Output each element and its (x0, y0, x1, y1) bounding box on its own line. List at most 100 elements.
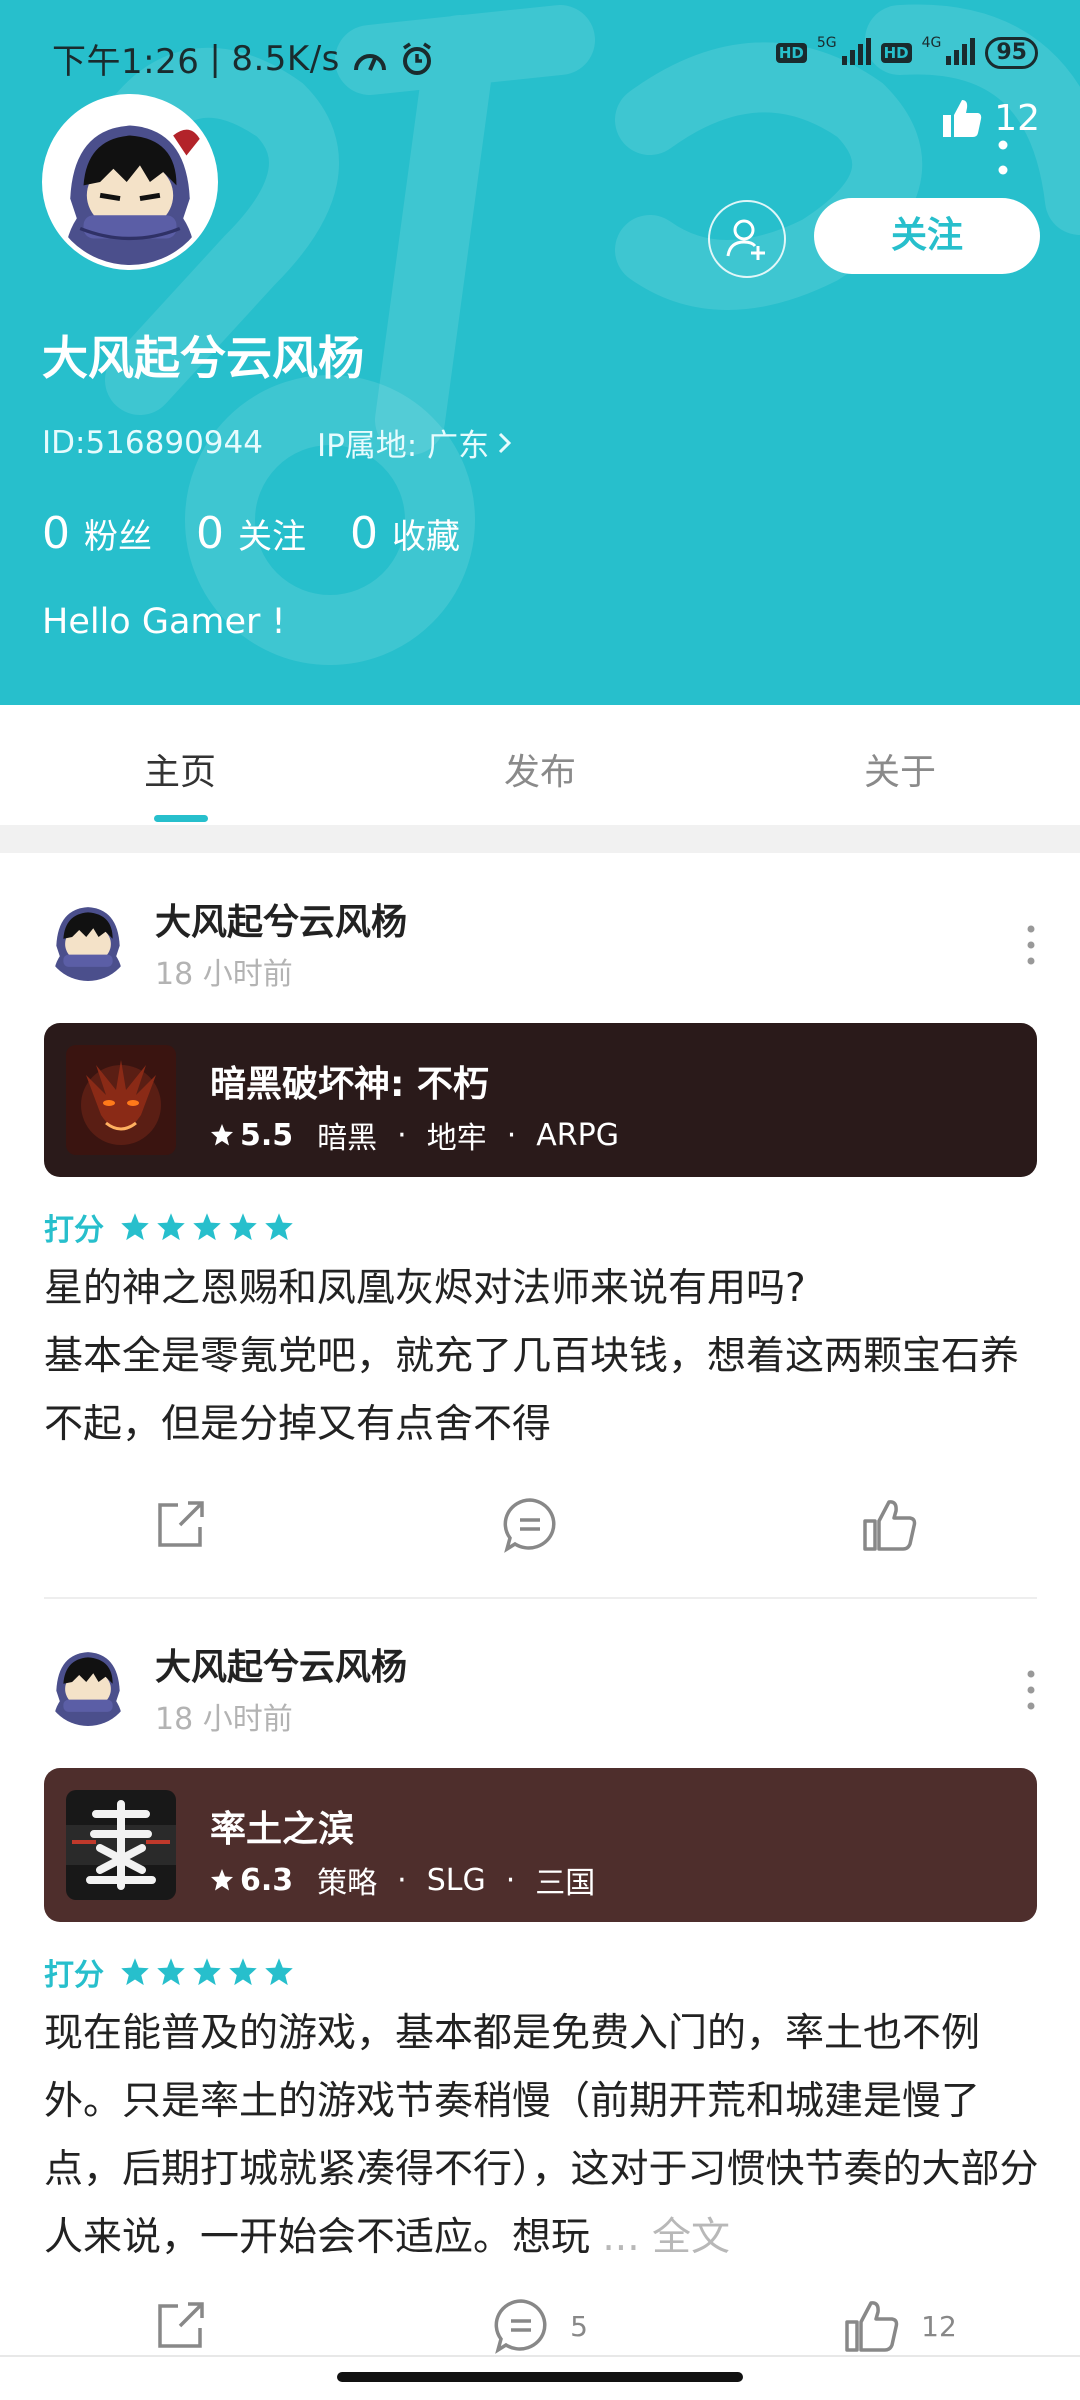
network-type: 5G (816, 35, 837, 51)
post-author-name[interactable]: 大风起兮云风杨 (155, 893, 407, 945)
comment-button[interactable]: 5 (360, 2286, 720, 2366)
post-text[interactable]: 现在能普及的游戏，基本都是免费入门的，率土也不例外。只是率土的游戏节奏稍慢（前期… (44, 2000, 1044, 2272)
ip-location: IP属地: 广东 (316, 428, 490, 464)
profile-like-count: 12 (994, 97, 1040, 139)
game-card[interactable]: 暗黑破坏神: 不朽 5.5 暗黑 · 地牢 · ARPG (44, 1023, 1037, 1177)
comment-icon (503, 1498, 556, 1553)
add-friend-button[interactable] (708, 200, 786, 278)
stat-count: 0 (350, 508, 378, 559)
stat-label: 关注 (238, 517, 306, 557)
star-icon (121, 1958, 149, 1986)
hotspot-icon (352, 44, 388, 74)
profile-like-button[interactable]: 12 (940, 96, 1040, 140)
post-rating: 打分 (44, 1950, 294, 1994)
game-card[interactable]: 率土之滨 6.3 策略 · SLG · 三国 (44, 1768, 1037, 1922)
post-author-avatar[interactable] (44, 1638, 132, 1726)
game-icon (66, 1790, 176, 1900)
stat-fans[interactable]: 0 粉丝 (42, 508, 152, 559)
star-icon (211, 1124, 233, 1146)
stat-favorites[interactable]: 0 收藏 (350, 508, 460, 559)
like-button[interactable] (720, 1485, 1080, 1565)
star-icon (157, 1213, 185, 1241)
more-options-icon[interactable] (998, 140, 1008, 180)
profile-header: 下午1:26 | 8.5K/s HD 5G HD 4G 95 12 关注 大风起… (0, 0, 1080, 705)
star-icon (193, 1213, 221, 1241)
thumbs-up-icon (845, 2301, 899, 2352)
star-icon (265, 1958, 293, 1986)
tab-posts[interactable]: 发布 (360, 705, 720, 825)
game-tag: 三国 (535, 1866, 596, 1901)
post-body: 现在能普及的游戏，基本都是免费入门的，率土也不例外。只是率土的游戏节奏稍慢（前期… (44, 2011, 1039, 2260)
game-tag: ARPG (536, 1117, 619, 1153)
post-author-avatar[interactable] (44, 893, 132, 981)
game-score: 5.5 (240, 1117, 294, 1153)
post-time: 18 小时前 (155, 1702, 293, 1737)
post-text[interactable]: 星的神之恩赐和凤凰灰烬对法师来说有用吗? 基本全是零氪党吧，就充了几百块钱，想着… (44, 1255, 1044, 1459)
more-options-icon[interactable] (1026, 925, 1036, 965)
stat-count: 0 (42, 508, 70, 559)
post-body: 星的神之恩赐和凤凰灰烬对法师来说有用吗? 基本全是零氪党吧，就充了几百块钱，想着… (44, 1266, 1020, 1447)
game-tag: 策略 (317, 1866, 378, 1901)
star-icon (193, 1958, 221, 1986)
post-actions: 5 12 (0, 2286, 1080, 2366)
thumbs-up-icon (943, 100, 982, 137)
share-button[interactable] (0, 1485, 360, 1565)
post-card: 大风起兮云风杨 18 小时前 暗黑破坏神: 不朽 5.5 暗黑 · 地牢 · A… (0, 853, 1080, 1599)
game-icon (66, 1045, 176, 1155)
star-icon (229, 1958, 257, 1986)
game-tag: 地牢 (426, 1121, 487, 1156)
network-speed: 8.5K/s (231, 38, 340, 79)
alarm-icon (400, 42, 434, 76)
star-icon (157, 1958, 185, 1986)
stat-count: 0 (196, 508, 224, 559)
nav-divider (0, 2355, 1080, 2357)
more-options-icon[interactable] (1026, 1670, 1036, 1710)
post-time: 18 小时前 (155, 957, 293, 992)
stat-following[interactable]: 0 关注 (196, 508, 306, 559)
star-icon (121, 1213, 149, 1241)
hd-badge: HD (880, 43, 912, 63)
home-indicator[interactable] (337, 2372, 743, 2382)
comment-count: 5 (570, 2309, 588, 2343)
game-meta: 6.3 策略 · SLG · 三国 (210, 1858, 595, 1902)
game-score: 6.3 (240, 1862, 294, 1898)
signal-icon (841, 36, 871, 70)
stat-label: 粉丝 (84, 517, 152, 557)
game-meta: 5.5 暗黑 · 地牢 · ARPG (210, 1113, 619, 1157)
battery-indicator: 95 (985, 37, 1038, 69)
post-actions (0, 1485, 1080, 1565)
follow-button[interactable]: 关注 (814, 198, 1040, 274)
star-icon (229, 1213, 257, 1241)
read-more-link[interactable]: ... 全文 (602, 2215, 730, 2260)
profile-tabs: 主页 发布 关于 (0, 705, 1080, 825)
post-author-name[interactable]: 大风起兮云风杨 (155, 1638, 407, 1690)
share-button[interactable] (0, 2286, 360, 2366)
thumbs-up-icon (863, 1500, 917, 1551)
comment-icon (494, 2299, 547, 2354)
comment-button[interactable] (360, 1485, 720, 1565)
ip-location-link[interactable]: IP属地: 广东 (317, 420, 513, 465)
profile-username: 大风起兮云风杨 (42, 331, 364, 385)
rating-label: 打分 (44, 1958, 104, 1993)
status-bar: 下午1:26 | 8.5K/s HD 5G HD 4G 95 (0, 30, 1080, 82)
star-icon (265, 1213, 293, 1241)
tab-home[interactable]: 主页 (0, 705, 360, 825)
add-user-icon (726, 219, 765, 260)
star-icon (211, 1869, 233, 1891)
profile-bio: Hello Gamer ! (42, 602, 286, 642)
status-time: 下午1:26 (52, 42, 200, 82)
profile-avatar[interactable] (42, 94, 218, 270)
like-count: 12 (921, 2309, 957, 2343)
signal-icon (945, 36, 976, 70)
like-button[interactable]: 12 (720, 2286, 1080, 2366)
chevron-right-icon (499, 432, 512, 453)
section-divider (0, 825, 1080, 853)
game-tag: 暗黑 (317, 1121, 378, 1156)
network-type: 4G (921, 35, 942, 51)
share-icon (158, 2302, 204, 2348)
game-title: 暗黑破坏神: 不朽 (210, 1064, 489, 1105)
user-id: ID:516890944 (42, 424, 263, 461)
game-tag: SLG (426, 1862, 486, 1898)
tab-about[interactable]: 关于 (720, 705, 1080, 825)
post-rating: 打分 (44, 1205, 294, 1249)
